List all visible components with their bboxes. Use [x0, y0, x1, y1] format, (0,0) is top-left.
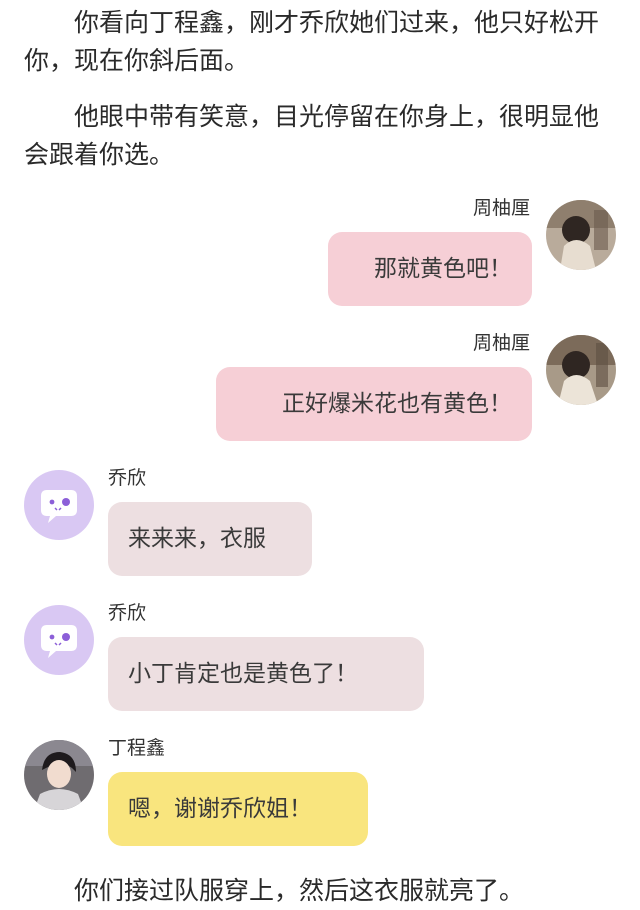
message-bubble[interactable]: 嗯，谢谢乔欣姐！ — [108, 772, 368, 846]
story-paragraph: 他眼中带有笑意，目光停留在你身上，很明显他会跟着你选。 — [24, 102, 600, 169]
story-paragraph: 你们接过队服穿上，然后这衣服就亮了。 — [74, 876, 525, 905]
sender-name: 乔欣 — [108, 467, 147, 489]
sender-name: 周柚厘 — [472, 332, 530, 354]
message-bubble[interactable]: 正好爆米花也有黄色！ — [216, 367, 532, 441]
message-bubble[interactable]: 来来来，衣服 — [108, 502, 312, 576]
chat-bubble-avatar-icon[interactable] — [24, 470, 94, 540]
sender-name: 丁程鑫 — [108, 737, 166, 759]
sender-name: 乔欣 — [108, 602, 147, 624]
photo-avatar-icon[interactable] — [546, 335, 616, 405]
photo-avatar-icon[interactable] — [546, 200, 616, 270]
message-bubble[interactable]: 小丁肯定也是黄色了！ — [108, 637, 424, 711]
person-photo-avatar-icon[interactable] — [24, 740, 94, 810]
story-paragraph: 你看向丁程鑫，刚才乔欣她们过来，他只好松开你，现在你斜后面。 — [24, 8, 600, 75]
sender-name: 周柚厘 — [472, 197, 530, 219]
message-bubble[interactable]: 那就黄色吧！ — [328, 232, 532, 306]
chat-bubble-avatar-icon[interactable] — [24, 605, 94, 675]
